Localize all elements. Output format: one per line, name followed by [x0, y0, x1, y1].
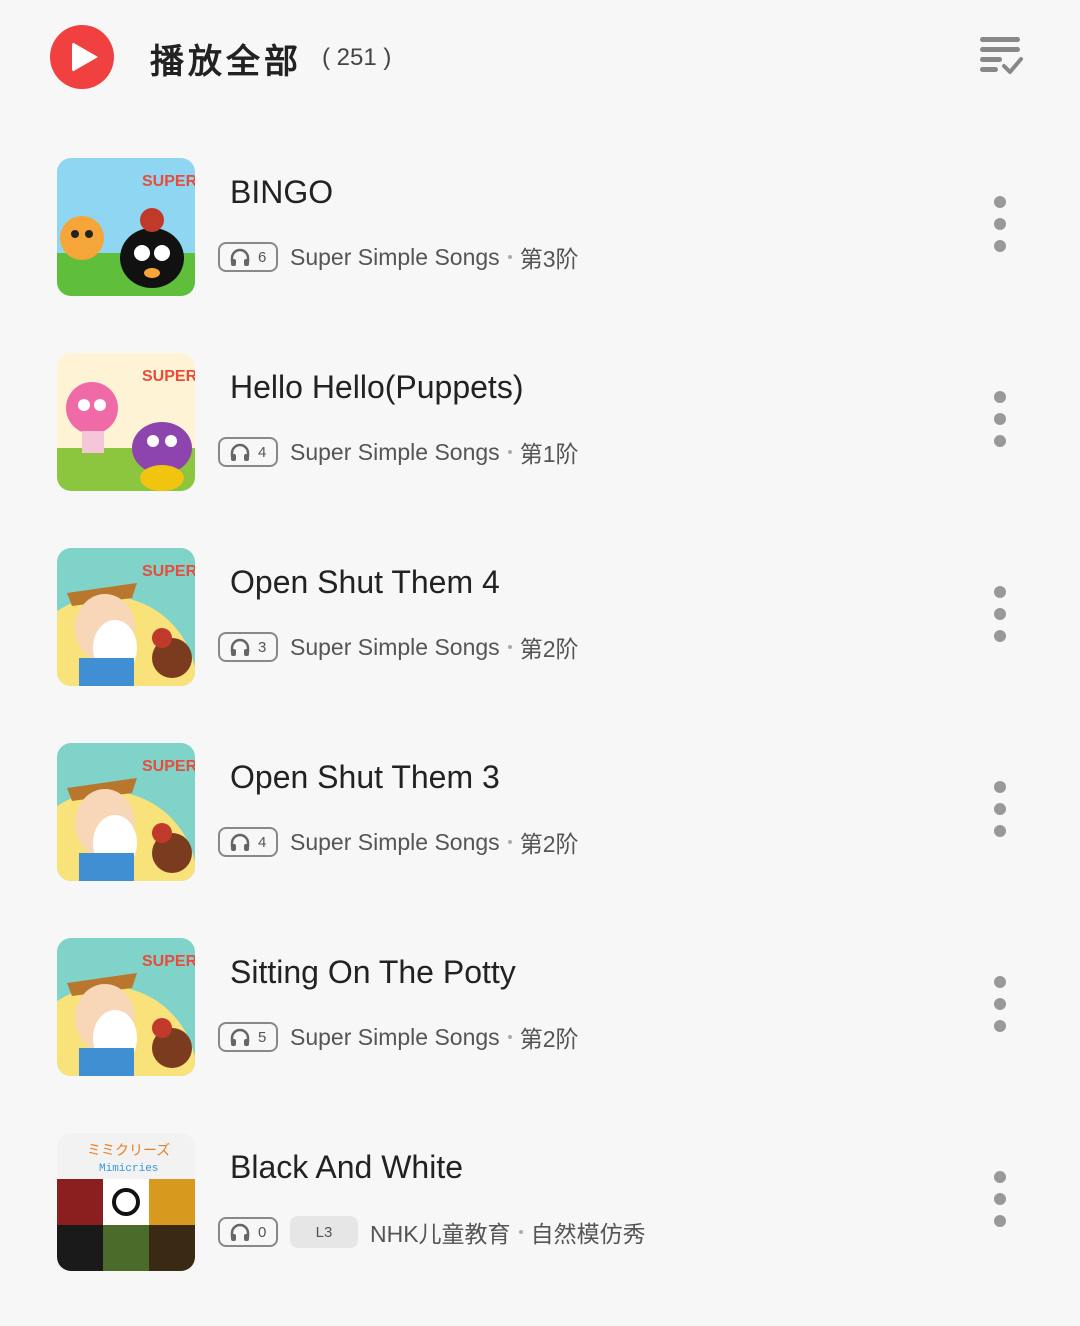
level-badge: L3: [290, 1216, 358, 1248]
song-cover[interactable]: SUPER: [57, 548, 195, 686]
song-title: Open Shut Them 4: [230, 564, 500, 600]
headphones-icon: [230, 248, 250, 266]
song-cover[interactable]: SUPER: [57, 938, 195, 1076]
list-item[interactable]: SUPER Hello Hello(Puppets) 4 Super Simpl…: [0, 353, 1080, 513]
song-stage: 第3阶: [519, 246, 579, 272]
song-stage: 第1阶: [519, 441, 579, 467]
song-title: Sitting On The Potty: [230, 954, 516, 990]
more-options-icon[interactable]: [992, 781, 1008, 845]
svg-text:SUPER: SUPER: [142, 563, 195, 580]
list-item[interactable]: ミミクリーズ Mimicries Black And White 0 L3 NH…: [0, 1133, 1080, 1293]
svg-text:SUPER: SUPER: [142, 758, 195, 775]
separator-dot: [507, 1035, 512, 1039]
headphones-icon: [230, 1028, 250, 1046]
headphones-icon: [230, 443, 250, 461]
play-count-badge: 5: [218, 1022, 278, 1052]
header: 播放全部 ( 251 ): [0, 0, 1080, 115]
play-icon: [72, 42, 98, 72]
song-source: NHK儿童教育: [370, 1221, 511, 1247]
play-count: 0: [258, 1223, 267, 1241]
play-count-badge: 4: [218, 827, 278, 857]
song-meta: 3 Super Simple Songs 第2阶: [218, 630, 578, 664]
song-stage: 第2阶: [519, 1026, 579, 1052]
song-cover[interactable]: ミミクリーズ Mimicries: [57, 1133, 195, 1271]
separator-dot: [518, 1230, 523, 1234]
song-stage: 自然模仿秀: [530, 1221, 646, 1247]
play-all-title[interactable]: 播放全部: [150, 34, 302, 83]
svg-text:SUPER: SUPER: [142, 173, 195, 190]
song-title: BINGO: [230, 174, 334, 210]
song-title: Black And White: [230, 1149, 463, 1185]
song-meta: 0 L3 NHK儿童教育 自然模仿秀: [218, 1215, 646, 1249]
play-count: 3: [258, 638, 267, 656]
more-options-icon[interactable]: [992, 196, 1008, 260]
play-count-badge: 6: [218, 242, 278, 272]
more-options-icon[interactable]: [992, 586, 1008, 650]
song-title: Open Shut Them 3: [230, 759, 500, 795]
headphones-icon: [230, 833, 250, 851]
song-meta: 4 Super Simple Songs 第2阶: [218, 825, 578, 859]
play-count-badge: 0: [218, 1217, 278, 1247]
song-cover[interactable]: SUPER: [57, 158, 195, 296]
separator-dot: [507, 450, 512, 454]
more-options-icon[interactable]: [992, 976, 1008, 1040]
playlist-manage-icon[interactable]: [978, 35, 1024, 77]
song-source: Super Simple Songs: [290, 633, 500, 660]
play-count-badge: 4: [218, 437, 278, 467]
song-source: Super Simple Songs: [290, 1023, 500, 1050]
song-stage: 第2阶: [519, 636, 579, 662]
separator-dot: [507, 255, 512, 259]
svg-text:Mimicries: Mimicries: [99, 1163, 158, 1175]
play-count: 5: [258, 1028, 267, 1046]
song-stage: 第2阶: [519, 831, 579, 857]
separator-dot: [507, 645, 512, 649]
svg-text:ミミクリーズ: ミミクリーズ: [87, 1142, 170, 1158]
more-options-icon[interactable]: [992, 391, 1008, 455]
song-source: Super Simple Songs: [290, 243, 500, 270]
list-item[interactable]: SUPER BINGO 6 Super Simple Songs 第3阶: [0, 158, 1080, 318]
more-options-icon[interactable]: [992, 1171, 1008, 1235]
song-cover[interactable]: SUPER: [57, 743, 195, 881]
track-count: ( 251 ): [322, 44, 392, 71]
svg-text:SUPER: SUPER: [142, 953, 195, 970]
list-item[interactable]: SUPER Open Shut Them 3 4 Super Simple So…: [0, 743, 1080, 903]
song-meta: 4 Super Simple Songs 第1阶: [218, 435, 578, 469]
play-count: 4: [258, 443, 267, 461]
play-all-button[interactable]: [50, 25, 114, 89]
play-count: 6: [258, 248, 267, 266]
svg-text:SUPER: SUPER: [142, 368, 195, 385]
play-count: 4: [258, 833, 267, 851]
song-source: Super Simple Songs: [290, 828, 500, 855]
song-title: Hello Hello(Puppets): [230, 369, 524, 405]
separator-dot: [507, 840, 512, 844]
list-item[interactable]: SUPER Open Shut Them 4 3 Super Simple So…: [0, 548, 1080, 708]
list-item[interactable]: SUPER Sitting On The Potty 5 Super Simpl…: [0, 938, 1080, 1098]
headphones-icon: [230, 638, 250, 656]
song-meta: 6 Super Simple Songs 第3阶: [218, 240, 578, 274]
song-source: Super Simple Songs: [290, 438, 500, 465]
song-cover[interactable]: SUPER: [57, 353, 195, 491]
headphones-icon: [230, 1223, 250, 1241]
play-count-badge: 3: [218, 632, 278, 662]
song-meta: 5 Super Simple Songs 第2阶: [218, 1020, 578, 1054]
